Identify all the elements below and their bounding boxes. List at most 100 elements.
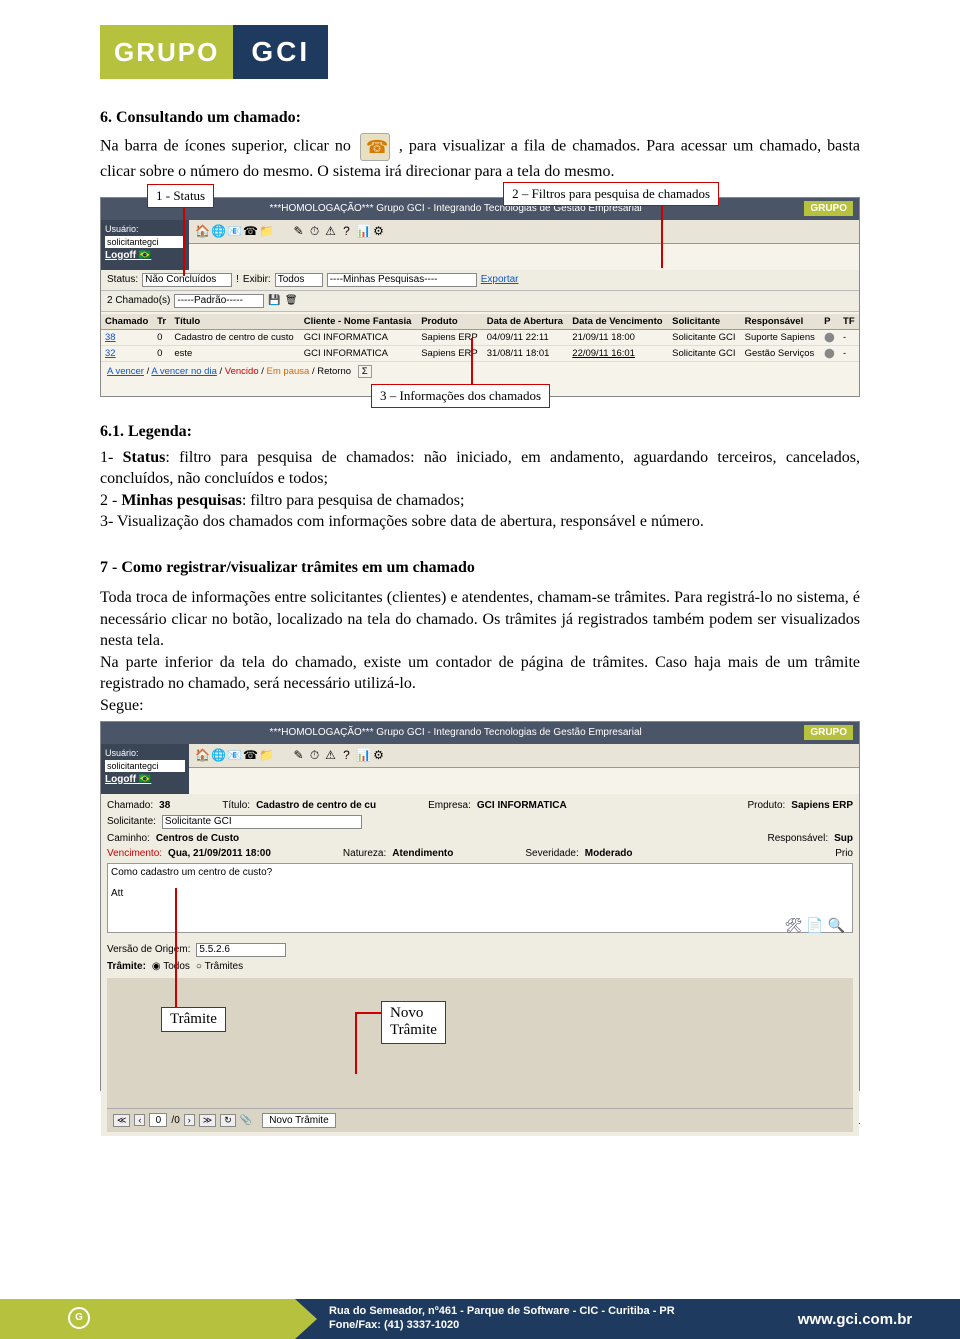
legenda-rest: : filtro para pesquisa de chamados;	[242, 492, 465, 509]
help-icon[interactable]: ?	[340, 748, 353, 762]
table-row[interactable]: 32 0 este GCI INFORMATICA Sapiens ERP 31…	[101, 345, 859, 361]
col-tr[interactable]: Tr	[153, 314, 170, 330]
sigma-button[interactable]: Σ	[358, 365, 372, 378]
venc-label: Vencimento:	[107, 848, 162, 859]
username-value: solicitantegci	[105, 236, 185, 248]
prev-page-button[interactable]: ‹	[134, 1114, 145, 1126]
delete-icon[interactable]: 🗑	[285, 295, 298, 306]
chamado-link[interactable]: 38	[101, 329, 153, 345]
grupo-badge: GRUPO	[804, 201, 853, 216]
radio-tramites[interactable]: ○ Trâmites	[196, 961, 243, 972]
globe-icon[interactable]: 🌐	[211, 748, 224, 762]
cell: 04/09/11 22:11	[483, 329, 569, 345]
legend-links: A vencer / A vencer no dia / Vencido / E…	[101, 362, 859, 381]
home-icon[interactable]: 🏠	[195, 748, 208, 762]
minhas-pesquisas-select[interactable]: ----Minhas Pesquisas----	[327, 273, 477, 287]
gear-icon[interactable]: ⚙	[372, 748, 385, 762]
page-input[interactable]: 0	[149, 1113, 167, 1127]
action-icons: 🛠 📄 🔍	[785, 917, 845, 934]
phone-icon[interactable]: ☎	[243, 224, 256, 238]
padrao-select[interactable]: -----Padrão-----	[174, 294, 264, 308]
footer-address: Rua do Semeador, nº461 - Parque de Softw…	[295, 1299, 750, 1339]
doc-icon[interactable]: 📄	[806, 917, 823, 933]
chamado-descricao[interactable]: Como cadastro um centro de custo? Att	[107, 863, 853, 933]
chart-icon[interactable]: 📊	[356, 748, 369, 762]
attach-icon[interactable]: 📎	[240, 1115, 252, 1126]
logo-right: GCI	[233, 25, 328, 79]
radio-todos-label: Todos	[163, 961, 190, 972]
search-icon[interactable]: 🔍	[828, 917, 845, 933]
avencerdia-link[interactable]: A vencer no dia	[151, 366, 217, 377]
icon-toolbar: 🏠 🌐 📧 ☎ 📁 ✎ ⏱ ⚠ ? 📊 ⚙	[189, 220, 859, 244]
caminho-label: Caminho:	[107, 833, 150, 844]
exportar-link[interactable]: Exportar	[481, 274, 519, 285]
edit-icon[interactable]: ✎	[292, 224, 305, 238]
pesquisas-bold: Minhas pesquisas	[121, 492, 242, 509]
titulo-label: Título:	[222, 800, 250, 811]
produto-label: Produto:	[747, 800, 785, 811]
col-chamado[interactable]: Chamado	[101, 314, 153, 330]
cell: 31/08/11 18:01	[483, 345, 569, 361]
chamado-form: Chamado: 38 Título: Cadastro de centro d…	[101, 794, 859, 1136]
avencer-link[interactable]: A vencer	[107, 366, 144, 377]
exibir-select[interactable]: Todos	[275, 273, 323, 287]
warning-icon[interactable]: ⚠	[324, 748, 337, 762]
col-tf[interactable]: TF	[839, 314, 859, 330]
filter-row-status: Status: Não Concluídos ! Exibir: Todos -…	[101, 270, 859, 291]
cell: Solicitante GCI	[668, 345, 741, 361]
time-icon[interactable]: ⏱	[308, 224, 321, 239]
next-page-button[interactable]: ›	[184, 1114, 195, 1126]
versao-select[interactable]: 5.5.2.6	[196, 943, 286, 957]
novo-tramite-button[interactable]: Novo Trâmite	[262, 1113, 335, 1128]
col-responsavel[interactable]: Responsável	[741, 314, 820, 330]
cell: 0	[153, 329, 170, 345]
page-footer: G Rua do Semeador, nº461 - Parque de Sof…	[0, 1299, 960, 1339]
logoff-link[interactable]: Logoff 🇧🇷	[105, 250, 185, 261]
cell: 22/09/11 16:01	[568, 345, 668, 361]
responsavel-value: Sup	[834, 833, 853, 844]
cell: -	[839, 329, 859, 345]
cell: Solicitante GCI	[668, 329, 741, 345]
col-solicitante[interactable]: Solicitante	[668, 314, 741, 330]
status-select[interactable]: Não Concluídos	[142, 273, 232, 287]
callout-novo-l1: Novo	[390, 1005, 423, 1021]
chamado-link[interactable]: 32	[101, 345, 153, 361]
footer-url: www.gci.com.br	[750, 1299, 960, 1339]
globe-icon[interactable]: 🌐	[211, 224, 224, 238]
folder-icon[interactable]: 📁	[259, 224, 272, 238]
table-row[interactable]: 38 0 Cadastro de centro de custo GCI INF…	[101, 329, 859, 345]
solicitante-select[interactable]: Solicitante GCI	[162, 815, 362, 829]
chart-icon[interactable]: 📊	[356, 224, 369, 238]
col-venc[interactable]: Data de Vencimento	[568, 314, 668, 330]
mail-icon[interactable]: 📧	[227, 224, 240, 238]
help-icon[interactable]: ?	[340, 224, 353, 238]
col-titulo[interactable]: Título	[170, 314, 299, 330]
callout-line-2	[661, 204, 663, 268]
save-icon[interactable]: 💾	[268, 295, 280, 306]
cell: GCI INFORMATICA	[300, 345, 418, 361]
gear-icon[interactable]: ⚙	[372, 224, 385, 238]
phone-icon[interactable]: ☎	[243, 748, 256, 762]
legenda-prefix: 2 -	[100, 492, 121, 509]
col-produto[interactable]: Produto	[417, 314, 483, 330]
col-cliente[interactable]: Cliente - Nome Fantasia	[300, 314, 418, 330]
radio-todos[interactable]: ◉ Todos	[152, 961, 190, 972]
screenshot-chamado-detail: Trâmite Novo Trâmite ***HOMOLOGAÇÃO*** G…	[100, 721, 860, 1091]
refresh-button[interactable]: ↻	[220, 1114, 236, 1127]
edit-icon[interactable]: ✎	[292, 748, 305, 762]
footer-line2: Fone/Fax: (41) 3337-1020	[329, 1319, 740, 1333]
time-icon[interactable]: ⏱	[308, 748, 321, 763]
mail-icon[interactable]: 📧	[227, 748, 240, 762]
folder-icon[interactable]: 📁	[259, 748, 272, 762]
first-page-button[interactable]: ≪	[113, 1114, 130, 1127]
col-abertura[interactable]: Data de Abertura	[483, 314, 569, 330]
logoff-link[interactable]: Logoff 🇧🇷	[105, 774, 185, 785]
tool-icon[interactable]: 🛠	[785, 917, 803, 933]
responsavel-label: Responsável:	[768, 833, 829, 844]
cell: Suporte Sapiens	[741, 329, 820, 345]
home-icon[interactable]: 🏠	[195, 224, 208, 238]
col-p[interactable]: P	[820, 314, 839, 330]
last-page-button[interactable]: ≫	[199, 1114, 216, 1127]
warning-icon[interactable]: ⚠	[324, 224, 337, 238]
brand-logo: GRUPO GCI	[100, 25, 860, 79]
